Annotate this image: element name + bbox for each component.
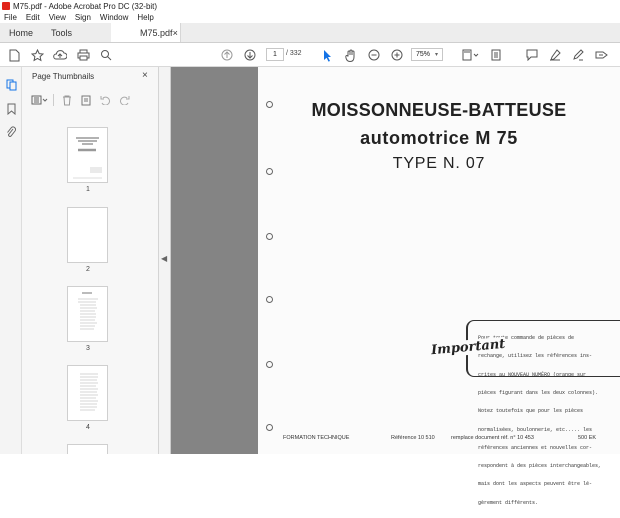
create-pdf-icon[interactable] — [7, 48, 21, 62]
tab-tools[interactable]: Tools — [42, 23, 81, 42]
toolbar-divider — [53, 94, 54, 106]
page-layout-thumb-icon[interactable] — [79, 94, 93, 106]
thumbnail-number: 3 — [86, 345, 90, 352]
attachments-paperclip-icon[interactable] — [5, 126, 17, 138]
footer-code: 500 EK — [578, 435, 597, 441]
menu-edit[interactable]: Edit — [22, 13, 45, 22]
panel-toolbar — [30, 93, 136, 107]
document-type: TYPE N. 07 — [392, 155, 486, 172]
zoom-in-icon[interactable] — [390, 48, 404, 62]
thumbnail-number: 1 — [86, 186, 90, 193]
zoom-out-icon[interactable] — [367, 48, 381, 62]
thumbnail-page-5[interactable] — [67, 444, 108, 454]
page-count: / 332 — [286, 50, 302, 57]
page-thumbnails-icon[interactable] — [5, 79, 17, 91]
zoom-level-select[interactable]: 75% ▾ — [411, 48, 443, 61]
delete-page-icon[interactable] — [60, 94, 74, 106]
notice-line: gèrement différents. — [478, 499, 539, 506]
thumbnail-page-3[interactable] — [67, 286, 108, 342]
thumbnail-number: 2 — [86, 266, 90, 273]
search-icon[interactable] — [99, 48, 113, 62]
thumbnail-number: 4 — [86, 424, 90, 431]
tab-home[interactable]: Home — [0, 23, 42, 42]
next-page-icon[interactable] — [243, 48, 257, 62]
footer-formation: FORMATION TECHNIQUE — [283, 435, 350, 441]
tab-document[interactable]: M75.pdf × — [111, 23, 182, 42]
hand-tool-icon[interactable] — [344, 48, 358, 62]
footer-replaces: remplace document réf. n° 10 453 — [451, 435, 534, 441]
binder-hole — [266, 233, 273, 240]
page-layout-icon[interactable] — [461, 48, 481, 62]
left-navigation-rail — [0, 67, 22, 454]
panel-close-icon[interactable]: × — [142, 70, 148, 81]
select-cursor-icon[interactable] — [321, 48, 335, 62]
thumbnail-page-4[interactable] — [67, 365, 108, 421]
thumbnail-list: 1 2 3 4 — [22, 122, 152, 454]
notice-line: normalisées, boulonnerie, etc..... les — [478, 426, 593, 433]
binder-hole — [266, 424, 273, 431]
menu-sign[interactable]: Sign — [71, 13, 96, 22]
page-thumbnails-panel: Page Thumbnails × 1 2 3 4 — [22, 67, 179, 454]
tab-tools-label: Tools — [51, 27, 73, 38]
redo-icon[interactable] — [117, 94, 131, 106]
window-title: M75.pdf - Adobe Acrobat Pro DC (32-bit) — [13, 1, 158, 11]
bookmarks-icon[interactable] — [5, 103, 17, 115]
notice-line: Notez toutefois que pour les pièces — [478, 408, 584, 415]
zoom-level-value: 75% — [416, 51, 431, 58]
thumbnail-page-1[interactable] — [67, 127, 108, 183]
notice-line: crites au NOUVEAU NUMÉRO (orange sur — [478, 371, 587, 378]
binder-hole — [266, 361, 273, 368]
menu-bar: File Edit View Sign Window Help — [0, 12, 620, 23]
acrobat-app-icon — [2, 2, 10, 10]
chevron-down-icon: ▾ — [435, 52, 439, 58]
upload-cloud-icon[interactable] — [53, 48, 67, 62]
footer-reference: Référence 10 510 — [391, 435, 435, 441]
scroll-mode-icon[interactable] — [489, 48, 503, 62]
document-subtitle: automotrice M 75 — [360, 128, 518, 148]
page-number-input[interactable]: 1 — [266, 48, 284, 61]
document-viewer: MOISSONNEUSE-BATTEUSE automotrice M 75 T… — [171, 67, 620, 506]
binder-hole — [266, 296, 273, 303]
undo-icon[interactable] — [98, 94, 112, 106]
title-bar: M75.pdf - Adobe Acrobat Pro DC (32-bit) — [0, 0, 620, 12]
tab-home-label: Home — [9, 27, 34, 38]
print-icon[interactable] — [76, 48, 90, 62]
notice-line: pièces figurant dans les deux colonnes). — [478, 390, 599, 397]
tab-bar: Home Tools M75.pdf × — [0, 23, 620, 43]
menu-window[interactable]: Window — [96, 13, 133, 22]
notice-line: références anciennes et nouvelles cor- — [478, 444, 593, 451]
document-title: MOISSONNEUSE-BATTEUSE — [311, 100, 567, 120]
fill-sign-icon[interactable] — [571, 48, 585, 62]
panel-splitter[interactable]: ◀ — [159, 67, 171, 454]
comment-icon[interactable] — [525, 48, 539, 62]
menu-help[interactable]: Help — [133, 13, 158, 22]
tab-close-icon[interactable]: × — [173, 28, 178, 38]
bookmark-star-icon[interactable] — [30, 48, 44, 62]
tab-document-label: M75.pdf — [140, 27, 173, 38]
thumbnail-options-icon[interactable] — [30, 94, 48, 106]
previous-page-icon[interactable] — [220, 48, 234, 62]
notice-line: rechange, utilisez les références ins- — [478, 353, 593, 360]
highlight-pen-icon[interactable] — [548, 48, 562, 62]
menu-file[interactable]: File — [0, 13, 22, 22]
pdf-page: MOISSONNEUSE-BATTEUSE automotrice M 75 T… — [258, 67, 620, 506]
notice-line: respondent à des pièces interchangeables… — [478, 463, 602, 470]
notice-line: mais dont les aspects peuvent être lé- — [478, 481, 593, 488]
send-sign-icon[interactable] — [594, 48, 608, 62]
panel-title: Page Thumbnails — [32, 72, 95, 81]
thumbnail-page-2[interactable] — [67, 207, 108, 263]
menu-view[interactable]: View — [45, 13, 71, 22]
collapse-panel-icon[interactable]: ◀ — [161, 254, 167, 263]
